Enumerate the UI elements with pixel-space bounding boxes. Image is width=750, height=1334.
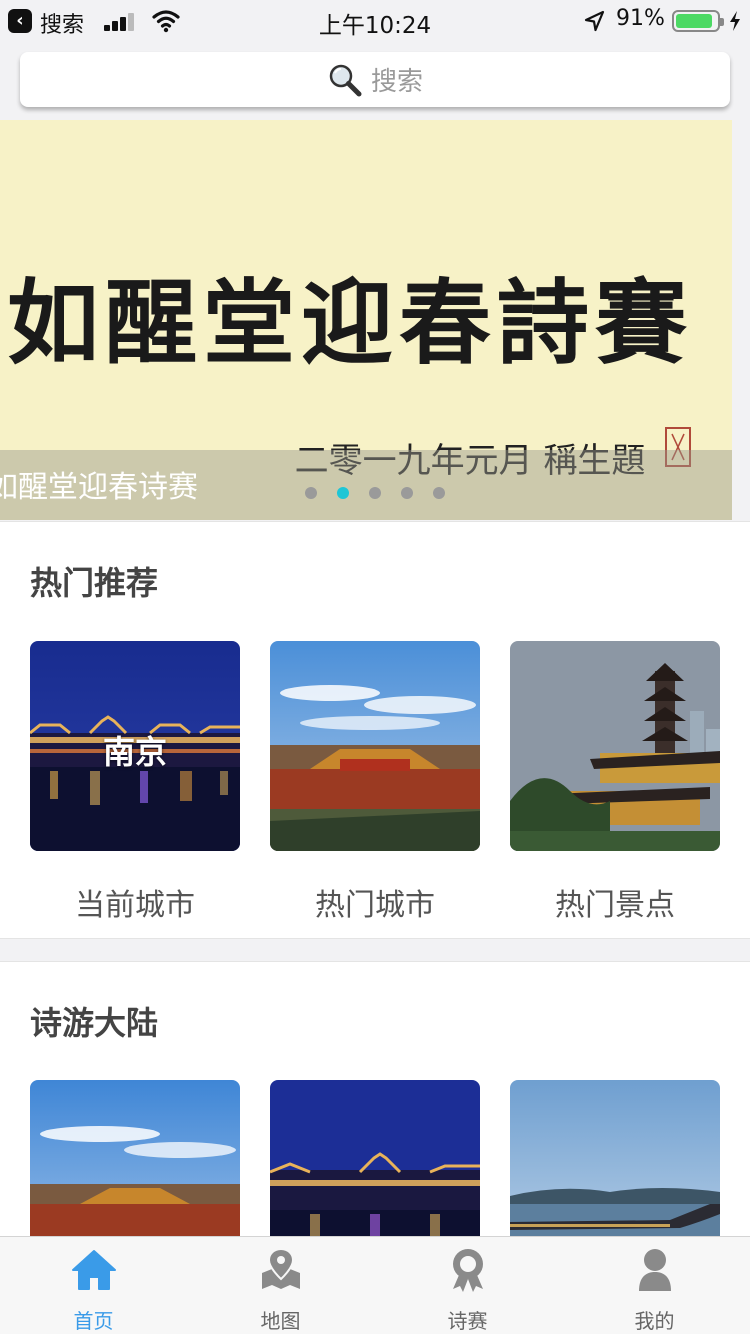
card-hot-city[interactable] xyxy=(270,641,480,851)
tab-bar: 首页 地图 诗赛 我的 xyxy=(0,1236,750,1334)
tab-label: 首页 xyxy=(73,1309,114,1333)
card-overlay-text: 南京 xyxy=(102,733,167,771)
carousel-dot[interactable] xyxy=(433,487,445,499)
tab-home[interactable]: 首页 xyxy=(0,1237,187,1334)
card-hot-spot[interactable] xyxy=(510,641,720,851)
banner-caption-bar: 如醒堂迎春诗赛 xyxy=(0,450,732,520)
map-pin-icon xyxy=(262,1247,300,1289)
forbidden-city-image xyxy=(270,641,480,851)
home-icon xyxy=(72,1250,116,1290)
tab-map[interactable]: 地图 xyxy=(187,1237,374,1334)
section-title: 诗游大陆 xyxy=(30,1004,159,1042)
banner-calligraphy-text: 如醒堂迎春詩賽 xyxy=(7,269,693,377)
tab-poetry-contest[interactable]: 诗赛 xyxy=(374,1237,561,1334)
search-placeholder: 搜索 xyxy=(370,67,423,97)
carousel-dot[interactable] xyxy=(369,487,381,499)
battery-percent: 91% xyxy=(616,6,665,31)
user-icon xyxy=(639,1249,671,1291)
magnifier-icon xyxy=(329,64,362,96)
carousel-dot[interactable] xyxy=(305,487,317,499)
carousel-dot[interactable] xyxy=(401,487,413,499)
card-label-hot-spot[interactable]: 热门景点 xyxy=(510,880,720,924)
banner-carousel[interactable]: 如醒堂迎春詩賽 二零一九年元月 稱生題 如醒堂迎春诗赛 xyxy=(0,120,732,520)
tab-label: 地图 xyxy=(260,1309,301,1333)
tab-label: 诗赛 xyxy=(447,1309,488,1333)
hot-recommend-section: 热门推荐 南京 当前城市 热门城市 热门景点 xyxy=(0,521,750,939)
card-label-current-city[interactable]: 当前城市 xyxy=(30,880,240,924)
status-bar: ‹ 搜索 上午10:24 91% xyxy=(0,0,750,42)
tab-label: 我的 xyxy=(634,1309,675,1333)
section-title: 热门推荐 xyxy=(30,564,159,602)
award-icon xyxy=(453,1249,483,1292)
carousel-dots xyxy=(305,486,445,500)
location-arrow-icon xyxy=(584,10,605,32)
search-input[interactable]: 搜索 xyxy=(20,52,730,107)
card-label-hot-city[interactable]: 热门城市 xyxy=(270,880,480,924)
pagoda-temple-image xyxy=(510,641,720,851)
charging-bolt-icon xyxy=(730,11,740,31)
carousel-dot[interactable] xyxy=(337,487,349,499)
tab-mine[interactable]: 我的 xyxy=(561,1237,748,1334)
card-current-city[interactable]: 南京 xyxy=(30,641,240,851)
battery-icon xyxy=(672,10,724,32)
banner-caption-text: 如醒堂迎春诗赛 xyxy=(0,470,198,505)
